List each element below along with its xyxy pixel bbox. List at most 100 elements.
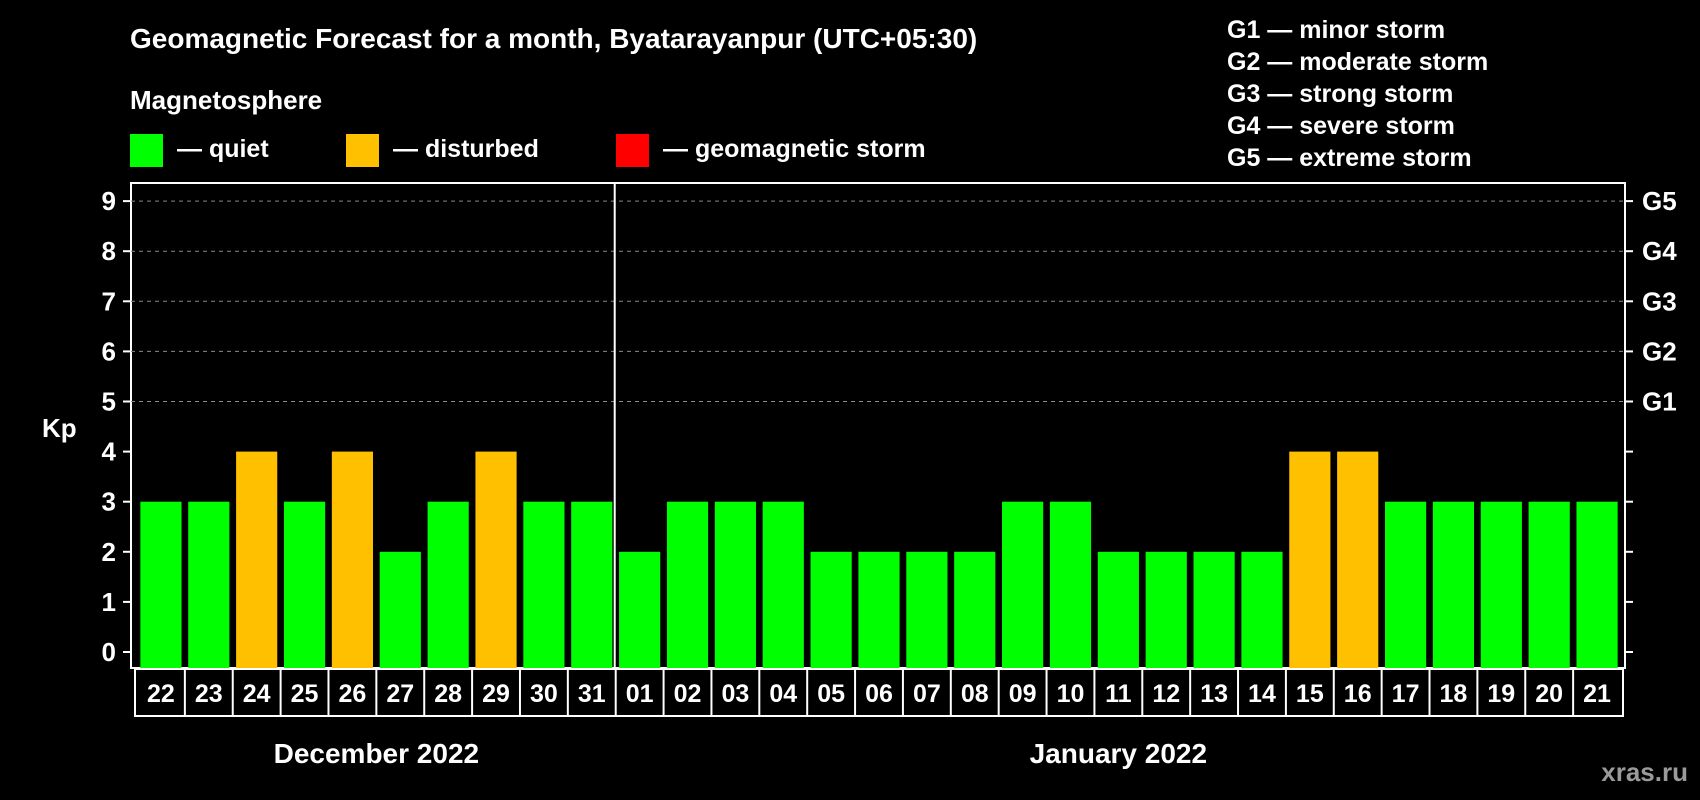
kp-bar <box>762 501 804 668</box>
day-label: 30 <box>530 680 558 708</box>
kp-bars <box>140 451 1618 668</box>
chart-title: Geomagnetic Forecast for a month, Byatar… <box>130 23 977 54</box>
y-tick-label: 9 <box>102 186 116 216</box>
legend-label-disturbed: — disturbed <box>393 135 539 163</box>
month-label: December 2022 <box>274 738 479 769</box>
kp-bar <box>283 501 326 668</box>
kp-bar <box>714 501 756 668</box>
storm-scale-g1: G1 — minor storm <box>1227 16 1445 44</box>
y-tick-label: 0 <box>102 637 116 667</box>
kp-bar <box>1145 551 1187 668</box>
y-tick-label: 4 <box>102 437 117 467</box>
kp-bar <box>810 551 852 668</box>
day-label: 02 <box>674 680 702 708</box>
legend-label-quiet: — quiet <box>177 135 269 163</box>
day-label: 04 <box>769 680 797 708</box>
storm-scale-legend: G1 — minor storm G2 — moderate storm G3 … <box>1227 16 1488 172</box>
day-label: 05 <box>817 680 845 708</box>
grid-lines <box>131 200 1625 402</box>
legend-swatch-disturbed <box>346 134 379 167</box>
legend-label-storm: — geomagnetic storm <box>663 135 926 163</box>
kp-bar <box>140 501 182 668</box>
kp-bar <box>1528 501 1570 668</box>
kp-bar <box>236 451 278 668</box>
day-label: 31 <box>578 680 606 708</box>
kp-bar <box>1049 501 1092 668</box>
day-label: 14 <box>1248 680 1276 708</box>
day-label: 06 <box>865 680 893 708</box>
kp-bar <box>1576 501 1618 668</box>
kp-bar <box>571 501 613 668</box>
day-label: 17 <box>1392 680 1420 708</box>
kp-bar <box>1289 451 1331 668</box>
day-label: 24 <box>243 680 271 708</box>
day-label: 23 <box>195 680 223 708</box>
kp-bar <box>1241 551 1283 668</box>
day-label: 15 <box>1296 680 1324 708</box>
day-label: 10 <box>1057 680 1085 708</box>
day-label: 25 <box>291 680 319 708</box>
kp-bar <box>619 551 661 668</box>
kp-bar <box>1337 451 1379 668</box>
y-axis-label: Kp <box>42 413 77 443</box>
day-label: 13 <box>1200 680 1228 708</box>
storm-scale-g2: G2 — moderate storm <box>1227 48 1488 76</box>
day-label: 19 <box>1487 680 1515 708</box>
day-label: 12 <box>1152 680 1180 708</box>
storm-level-ticks: G1 G2 G3 G4 G5 <box>1642 186 1677 416</box>
kp-bar <box>427 501 469 668</box>
kp-bar <box>666 501 709 668</box>
kp-bar <box>1384 501 1427 668</box>
day-label: 21 <box>1583 680 1611 708</box>
storm-level-label: G3 <box>1642 286 1677 316</box>
storm-level-label: G2 <box>1642 336 1677 366</box>
legend-heading: Magnetosphere <box>130 85 322 115</box>
kp-bar <box>1002 501 1044 668</box>
day-label: 27 <box>386 680 414 708</box>
kp-bar <box>954 551 996 668</box>
month-labels: December 2022 January 2022 <box>274 738 1207 769</box>
kp-bar <box>379 551 421 668</box>
kp-bar <box>906 551 948 668</box>
kp-bar <box>1480 501 1522 668</box>
day-label: 11 <box>1105 680 1132 708</box>
kp-bar <box>858 551 900 668</box>
day-label: 29 <box>482 680 510 708</box>
storm-level-label: G1 <box>1642 387 1677 417</box>
legend-swatch-quiet <box>130 134 163 167</box>
storm-scale-g5: G5 — extreme storm <box>1227 144 1472 172</box>
storm-scale-g4: G4 — severe storm <box>1227 112 1455 140</box>
kp-bar <box>1432 501 1475 668</box>
legend-swatch-storm <box>616 134 649 167</box>
day-labels: 22 23 24 25 26 27 28 29 30 31 01 02 03 04 05 06 07 08 09 10… <box>134 668 1624 717</box>
y-tick-label: 3 <box>102 487 116 517</box>
y-tick-label: 2 <box>102 537 116 567</box>
geomagnetic-forecast-chart: Geomagnetic Forecast for a month, Byatar… <box>42 16 1688 787</box>
day-label: 28 <box>434 680 462 708</box>
kp-bar <box>331 451 374 668</box>
watermark: xras.ru <box>1601 757 1688 787</box>
day-label: 09 <box>1009 680 1037 708</box>
kp-bar <box>523 501 565 668</box>
kp-bar <box>475 451 517 668</box>
day-label: 08 <box>961 680 989 708</box>
day-label: 18 <box>1440 680 1468 708</box>
y-tick-label: 7 <box>102 286 116 316</box>
y-tick-label: 8 <box>102 236 116 266</box>
day-label: 01 <box>626 680 654 708</box>
storm-level-label: G5 <box>1642 186 1677 216</box>
day-label: 16 <box>1344 680 1372 708</box>
day-label: 22 <box>147 680 175 708</box>
y-tick-label: 1 <box>102 587 116 617</box>
month-label: January 2022 <box>1030 738 1207 769</box>
storm-scale-g3: G3 — strong storm <box>1227 80 1453 108</box>
kp-bar <box>188 501 230 668</box>
kp-bar <box>1097 551 1139 668</box>
day-label: 20 <box>1535 680 1563 708</box>
y-tick-label: 5 <box>102 387 116 417</box>
kp-bar <box>1193 551 1235 668</box>
legend: — quiet — disturbed — geomagnetic storm <box>130 134 926 167</box>
storm-level-label: G4 <box>1642 236 1677 266</box>
y-tick-label: 6 <box>102 336 116 366</box>
day-label: 07 <box>913 680 941 708</box>
